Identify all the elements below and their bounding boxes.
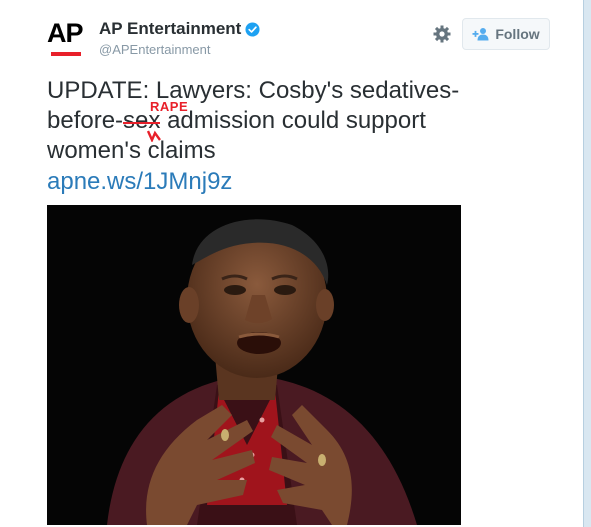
scrollbar-edge[interactable]	[583, 0, 591, 527]
follow-label: Follow	[495, 26, 540, 42]
name-row: AP Entertainment	[99, 19, 260, 39]
correction-label: RAPE	[150, 99, 189, 114]
tweet-line-2-before: before-	[47, 107, 124, 134]
add-user-icon	[472, 28, 489, 41]
photo-illustration	[47, 205, 461, 525]
ap-logo[interactable]: AP	[47, 18, 87, 58]
tweet-link[interactable]: apne.ws/1JMnj9z	[47, 168, 232, 196]
tweet-line-2: before-sex admission could support	[47, 106, 547, 142]
display-name[interactable]: AP Entertainment	[99, 19, 241, 39]
tweet-photo[interactable]	[47, 205, 461, 525]
strikethrough-mark	[123, 122, 161, 124]
user-handle[interactable]: @APEntertainment	[99, 42, 210, 57]
tweet-card: AP AP Entertainment @APEntertainment Fol…	[0, 0, 583, 527]
insertion-caret-icon	[147, 130, 162, 142]
logo-underline	[51, 52, 81, 56]
gear-icon[interactable]	[432, 24, 452, 44]
follow-button[interactable]: Follow	[462, 18, 550, 50]
verified-badge-icon	[245, 21, 260, 37]
tweet-line-1: UPDATE: Lawyers: Cosby's sedatives-	[47, 77, 460, 104]
tweet-line-3: women's claims	[47, 137, 216, 164]
logo-text: AP	[47, 18, 84, 48]
tweet-line-2-after: admission could support	[160, 107, 426, 134]
tweet-text: UPDATE: Lawyers: Cosby's sedatives- befo…	[47, 76, 547, 166]
